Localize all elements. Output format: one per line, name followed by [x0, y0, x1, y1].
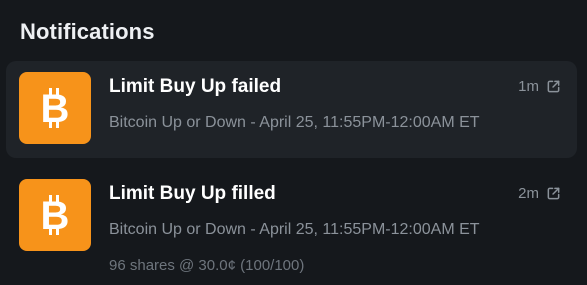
notification-title: Limit Buy Up failed [109, 76, 282, 97]
panel-title: Notifications [20, 19, 155, 44]
notification-time: 1m [518, 78, 561, 95]
notification-item[interactable]: B Limit Buy Up filled 2m Bitcoin Up or D… [6, 168, 577, 285]
bitcoin-icon: B [19, 72, 91, 144]
svg-text:B: B [41, 194, 70, 237]
notification-market: Bitcoin Up or Down - April 25, 11:55PM-1… [109, 114, 480, 131]
notification-market: Bitcoin Up or Down - April 25, 11:55PM-1… [109, 221, 480, 238]
notification-item[interactable]: B Limit Buy Up failed 1m Bitcoin Up or D… [6, 61, 577, 158]
notification-time: 2m [518, 185, 561, 202]
time-label: 1m [518, 78, 539, 95]
notification-title: Limit Buy Up filled [109, 183, 276, 204]
svg-text:B: B [41, 87, 70, 130]
bitcoin-icon: B [19, 179, 91, 251]
notification-detail: 96 shares @ 30.0¢ (100/100) [109, 257, 305, 274]
external-link-icon[interactable] [546, 186, 561, 201]
notifications-panel: Notifications B Limit Buy Up failed 1m B… [0, 0, 587, 285]
external-link-icon[interactable] [546, 79, 561, 94]
time-label: 2m [518, 185, 539, 202]
